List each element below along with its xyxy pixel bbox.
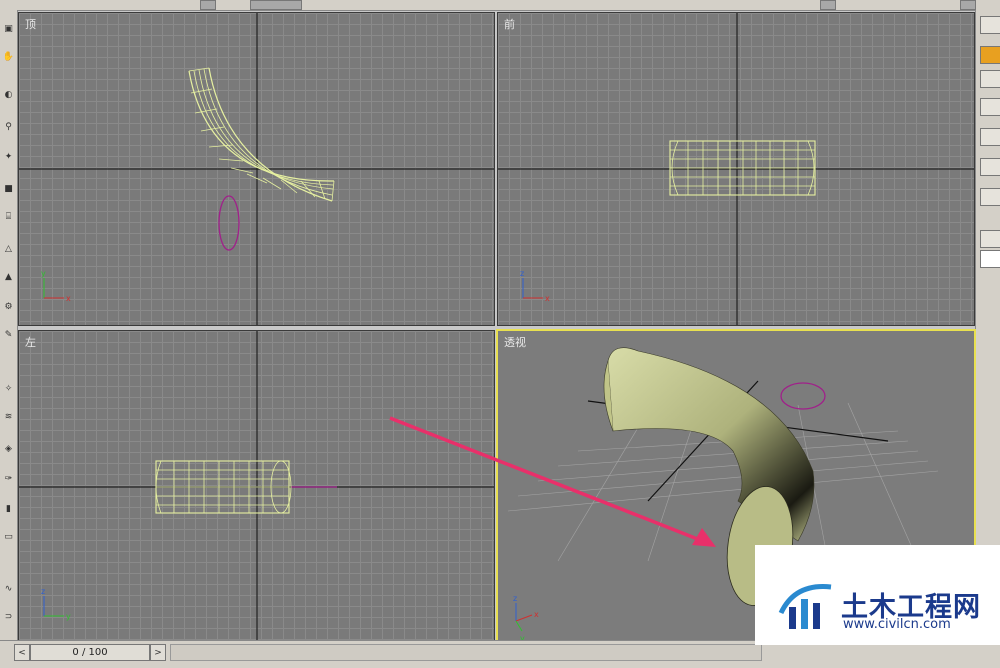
- track-bar[interactable]: [170, 644, 762, 661]
- site-watermark: 土木工程网 www.civilcn.com: [755, 545, 1000, 645]
- next-frame-button[interactable]: >: [150, 644, 166, 661]
- prev-frame-button[interactable]: <: [14, 644, 30, 661]
- watermark-url: www.civilcn.com: [843, 617, 951, 632]
- arrow-annotation-icon: [389, 416, 716, 547]
- time-slider[interactable]: 0 / 100: [30, 644, 150, 661]
- watermark-logo-icon: [778, 584, 832, 629]
